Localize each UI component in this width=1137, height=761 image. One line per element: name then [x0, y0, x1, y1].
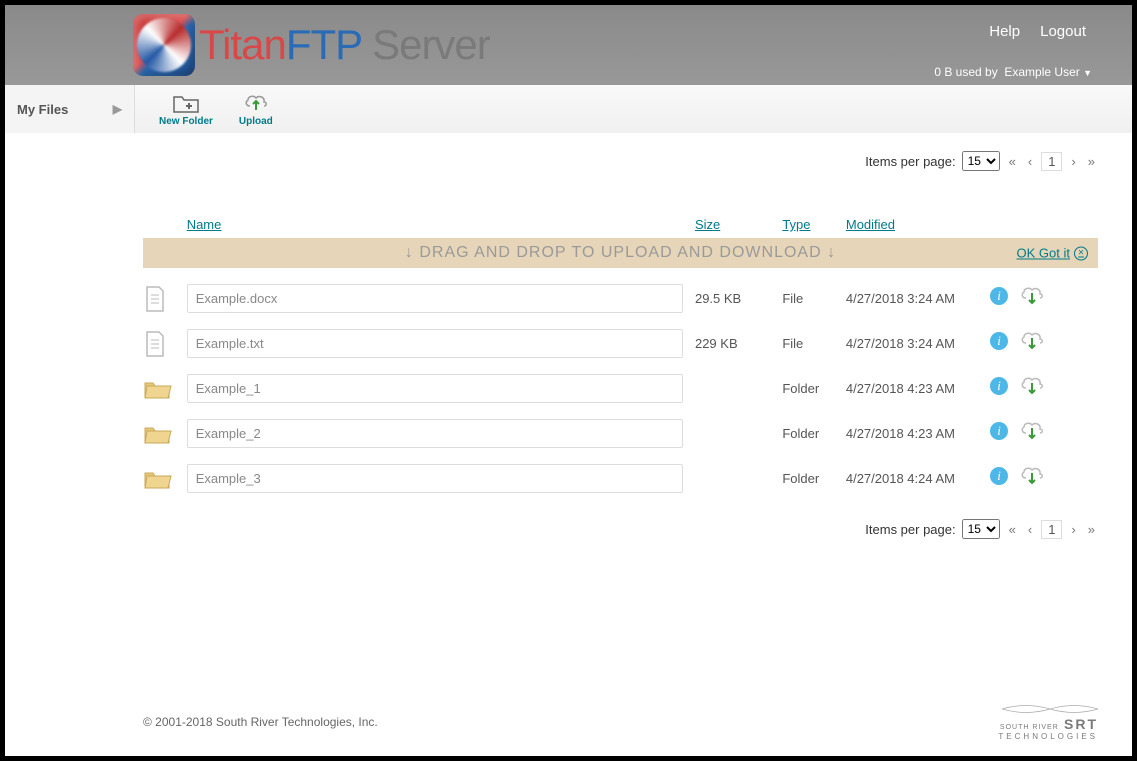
- new-folder-icon: [172, 92, 200, 114]
- pager-next[interactable]: ›: [1068, 522, 1078, 537]
- pager-current: 1: [1041, 520, 1062, 539]
- file-type: File: [782, 336, 846, 351]
- file-size: 29.5 KB: [695, 291, 782, 306]
- close-icon: ×: [1074, 246, 1088, 260]
- header: TitanFTP Server Help Logout 0 B used by …: [5, 5, 1132, 85]
- download-button[interactable]: [1019, 421, 1045, 446]
- download-button[interactable]: [1019, 466, 1045, 491]
- download-button[interactable]: [1019, 286, 1045, 311]
- help-link[interactable]: Help: [989, 23, 1020, 40]
- banner-dismiss[interactable]: OK Got it ×: [1017, 246, 1088, 261]
- user-menu[interactable]: Example User ▼: [1004, 65, 1092, 79]
- pager-last[interactable]: »: [1085, 522, 1098, 537]
- file-name-input[interactable]: [187, 464, 683, 493]
- download-button[interactable]: [1019, 376, 1045, 401]
- file-name-input[interactable]: [187, 374, 683, 403]
- copyright: © 2001-2018 South River Technologies, In…: [143, 715, 378, 729]
- table-row: 29.5 KBFile4/27/2018 3:24 AM i: [143, 276, 1098, 321]
- file-name-input[interactable]: [187, 419, 683, 448]
- items-per-page-select[interactable]: 15: [962, 519, 1000, 539]
- pager-first[interactable]: «: [1006, 154, 1019, 169]
- upload-icon: [243, 92, 269, 114]
- chevron-down-icon: ▼: [1083, 68, 1092, 78]
- brand-logo: TitanFTP Server: [133, 14, 490, 76]
- items-per-page-label: Items per page:: [865, 154, 955, 169]
- info-button[interactable]: i: [989, 466, 1009, 491]
- folder-icon: [143, 467, 187, 491]
- items-per-page-label: Items per page:: [865, 522, 955, 537]
- file-type: File: [782, 291, 846, 306]
- file-type: Folder: [782, 381, 846, 396]
- info-button[interactable]: i: [989, 376, 1009, 401]
- folder-icon: [143, 422, 187, 446]
- file-type: Folder: [782, 471, 846, 486]
- info-button[interactable]: i: [989, 421, 1009, 446]
- logout-link[interactable]: Logout: [1040, 23, 1086, 40]
- info-button[interactable]: i: [989, 331, 1009, 356]
- svg-text:i: i: [997, 333, 1001, 348]
- usage-info: 0 B used by Example User ▼: [934, 65, 1092, 79]
- file-name-input[interactable]: [187, 329, 683, 358]
- col-header-modified[interactable]: Modified: [846, 217, 989, 232]
- table-row: Folder4/27/2018 4:23 AM i: [143, 411, 1098, 456]
- info-button[interactable]: i: [989, 286, 1009, 311]
- tab-my-files[interactable]: My Files ▶: [5, 85, 135, 133]
- svg-text:i: i: [997, 468, 1001, 483]
- file-name-input[interactable]: [187, 284, 683, 313]
- col-header-size[interactable]: Size: [695, 217, 782, 232]
- svg-text:i: i: [997, 378, 1001, 393]
- file-modified: 4/27/2018 4:23 AM: [846, 426, 989, 441]
- pager-current: 1: [1041, 152, 1062, 171]
- footer: © 2001-2018 South River Technologies, In…: [5, 688, 1132, 756]
- file-modified: 4/27/2018 4:24 AM: [846, 471, 989, 486]
- drag-drop-banner: ↓ DRAG AND DROP TO UPLOAD AND DOWNLOAD ↓…: [143, 238, 1098, 268]
- folder-icon: [143, 377, 187, 401]
- pager-bottom: Items per page: 15 « ‹ 1 › »: [143, 501, 1098, 551]
- chevron-right-icon: ▶: [113, 102, 122, 116]
- file-icon: [143, 330, 187, 358]
- table-header: Name Size Type Modified: [143, 211, 1098, 238]
- logo-icon: [133, 14, 195, 76]
- upload-button[interactable]: Upload: [239, 92, 273, 127]
- file-size: 229 KB: [695, 336, 782, 351]
- pager-top: Items per page: 15 « ‹ 1 › »: [143, 133, 1098, 183]
- table-row: Folder4/27/2018 4:24 AM i: [143, 456, 1098, 501]
- table-row: Folder4/27/2018 4:23 AM i: [143, 366, 1098, 411]
- file-modified: 4/27/2018 3:24 AM: [846, 336, 989, 351]
- pager-next[interactable]: ›: [1068, 154, 1078, 169]
- pager-prev[interactable]: ‹: [1025, 154, 1035, 169]
- svg-text:i: i: [997, 423, 1001, 438]
- file-icon: [143, 285, 187, 313]
- pager-prev[interactable]: ‹: [1025, 522, 1035, 537]
- file-modified: 4/27/2018 3:24 AM: [846, 291, 989, 306]
- toolbar: New Folder Upload: [135, 85, 1132, 133]
- pager-last[interactable]: »: [1085, 154, 1098, 169]
- pager-first[interactable]: «: [1006, 522, 1019, 537]
- col-header-type[interactable]: Type: [782, 217, 846, 232]
- srt-logo: SOUTH RIVER SRT TECHNOLOGIES: [998, 702, 1098, 742]
- file-type: Folder: [782, 426, 846, 441]
- download-button[interactable]: [1019, 331, 1045, 356]
- file-modified: 4/27/2018 4:23 AM: [846, 381, 989, 396]
- col-header-name[interactable]: Name: [187, 217, 695, 232]
- banner-text: ↓ DRAG AND DROP TO UPLOAD AND DOWNLOAD ↓: [405, 244, 836, 261]
- items-per-page-select[interactable]: 15: [962, 151, 1000, 171]
- new-folder-button[interactable]: New Folder: [159, 92, 213, 127]
- svg-text:i: i: [997, 288, 1001, 303]
- brand-title: TitanFTP Server: [199, 21, 490, 69]
- table-row: 229 KBFile4/27/2018 3:24 AM i: [143, 321, 1098, 366]
